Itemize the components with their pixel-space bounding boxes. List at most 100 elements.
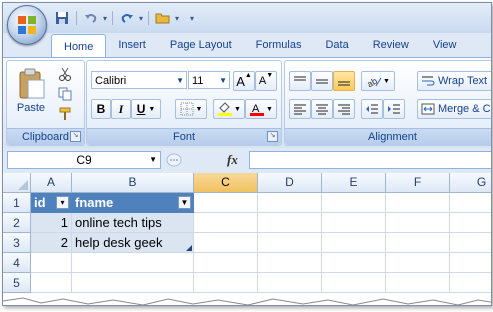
empty-cell[interactable] [386, 253, 450, 273]
empty-cell[interactable] [194, 273, 258, 293]
column-header-c[interactable]: C [194, 173, 258, 193]
empty-cell[interactable] [194, 213, 258, 233]
empty-cell[interactable] [450, 233, 491, 253]
column-header-a[interactable]: A [31, 173, 72, 193]
column-header-f[interactable]: F [386, 173, 450, 193]
merge-center-button[interactable]: Merge & C [417, 99, 491, 119]
empty-cell[interactable] [450, 273, 491, 293]
column-header-d[interactable]: D [258, 173, 322, 193]
empty-cell[interactable] [194, 233, 258, 253]
align-right-icon[interactable] [333, 99, 355, 119]
empty-cell[interactable] [386, 233, 450, 253]
empty-cell[interactable] [386, 193, 450, 213]
undo-dropdown-icon[interactable]: ▾ [103, 14, 107, 23]
tab-view[interactable]: View [421, 33, 469, 57]
undo-icon[interactable] [82, 9, 100, 27]
empty-cell[interactable] [322, 193, 386, 213]
tab-insert[interactable]: Insert [106, 33, 158, 57]
align-bottom-icon[interactable] [333, 71, 355, 91]
font-size-select[interactable]: 11 ▼ [188, 71, 230, 89]
orientation-button[interactable]: ab ▼ [361, 71, 395, 91]
empty-cell[interactable] [258, 253, 322, 273]
column-header-g[interactable]: G [450, 173, 491, 193]
empty-cell[interactable] [386, 273, 450, 293]
empty-cell[interactable] [258, 233, 322, 253]
row-header-5[interactable]: 5 [3, 273, 31, 293]
open-folder-icon[interactable] [154, 9, 172, 27]
empty-cell[interactable] [322, 213, 386, 233]
font-launcher-icon[interactable]: ↘ [267, 131, 278, 142]
cell-b3[interactable]: help desk geek [72, 233, 194, 253]
select-all-corner[interactable] [3, 173, 31, 193]
empty-cell[interactable] [72, 253, 194, 273]
tab-formulas[interactable]: Formulas [244, 33, 314, 57]
cell-a1[interactable]: id ▾ [31, 193, 72, 213]
tab-review[interactable]: Review [361, 33, 421, 57]
formula-bar-resize-icon[interactable] [165, 151, 183, 169]
cell-a3[interactable]: 2 [31, 233, 72, 253]
fill-color-button[interactable]: ▼ [213, 99, 245, 119]
font-name-select[interactable]: Calibri ▼ [91, 71, 187, 89]
redo-dropdown-icon[interactable]: ▾ [139, 14, 143, 23]
cell-b2[interactable]: online tech tips [72, 213, 194, 233]
row-header-2[interactable]: 2 [3, 213, 31, 233]
borders-button[interactable]: ▼ [175, 99, 207, 119]
column-header-b[interactable]: B [72, 173, 194, 193]
sort-filter-icon[interactable]: ▾ [56, 196, 69, 209]
align-top-icon[interactable] [289, 71, 311, 91]
cell-b1[interactable]: fname ▼ [72, 193, 194, 213]
empty-cell[interactable] [194, 193, 258, 213]
tab-data[interactable]: Data [313, 33, 360, 57]
row-header-4[interactable]: 4 [3, 253, 31, 273]
align-middle-icon[interactable] [311, 71, 333, 91]
shrink-font-button[interactable]: A ▼ [255, 71, 277, 91]
cell-a1-text: id [34, 195, 46, 210]
empty-cell[interactable] [322, 253, 386, 273]
empty-cell[interactable] [31, 253, 72, 273]
align-center-icon[interactable] [311, 99, 333, 119]
filter-dropdown-icon[interactable]: ▼ [178, 196, 191, 209]
row-header-1[interactable]: 1 [3, 193, 31, 213]
grow-font-button[interactable]: A ▲ [233, 71, 255, 91]
column-header-e[interactable]: E [322, 173, 386, 193]
increase-indent-icon[interactable] [383, 99, 405, 119]
save-icon[interactable] [53, 9, 71, 27]
empty-cell[interactable] [31, 273, 72, 293]
bold-button[interactable]: B [91, 99, 111, 119]
customize-qat-icon[interactable]: ▾ [190, 14, 194, 23]
copy-icon[interactable] [55, 85, 75, 103]
worksheet-grid[interactable]: A B C D E F G 1 2 3 4 5 id ▾ fname ▼ 1 o… [3, 173, 491, 305]
empty-cell[interactable] [258, 273, 322, 293]
font-color-button[interactable]: A ▼ [245, 99, 277, 119]
empty-cell[interactable] [386, 213, 450, 233]
empty-cell[interactable] [322, 273, 386, 293]
open-dropdown-icon[interactable]: ▾ [175, 14, 179, 23]
tab-home[interactable]: Home [51, 34, 107, 58]
empty-cell[interactable] [258, 193, 322, 213]
empty-cell[interactable] [322, 233, 386, 253]
row-header-3[interactable]: 3 [3, 233, 31, 253]
empty-cell[interactable] [450, 193, 491, 213]
align-left-icon[interactable] [289, 99, 311, 119]
empty-cell[interactable] [72, 273, 194, 293]
clipboard-launcher-icon[interactable]: ↘ [70, 131, 81, 142]
paste-button[interactable]: Paste [13, 65, 49, 117]
empty-cell[interactable] [194, 253, 258, 273]
cut-icon[interactable] [55, 65, 75, 83]
office-button[interactable] [7, 5, 47, 45]
format-painter-icon[interactable] [55, 105, 75, 123]
name-box[interactable]: C9 ▼ [7, 151, 161, 169]
redo-icon[interactable] [118, 9, 136, 27]
empty-cell[interactable] [258, 213, 322, 233]
tab-page-layout[interactable]: Page Layout [158, 33, 244, 57]
empty-cell[interactable] [450, 213, 491, 233]
italic-button[interactable]: I [111, 99, 131, 119]
cell-a2[interactable]: 1 [31, 213, 72, 233]
decrease-indent-icon[interactable] [361, 99, 383, 119]
empty-cell[interactable] [450, 253, 491, 273]
wrap-text-button[interactable]: Wrap Text [417, 71, 491, 91]
formula-input[interactable] [249, 151, 491, 169]
insert-function-icon[interactable]: fx [227, 152, 238, 168]
table-resize-handle-icon[interactable] [186, 245, 192, 251]
underline-button[interactable]: U ▼ [131, 99, 161, 119]
